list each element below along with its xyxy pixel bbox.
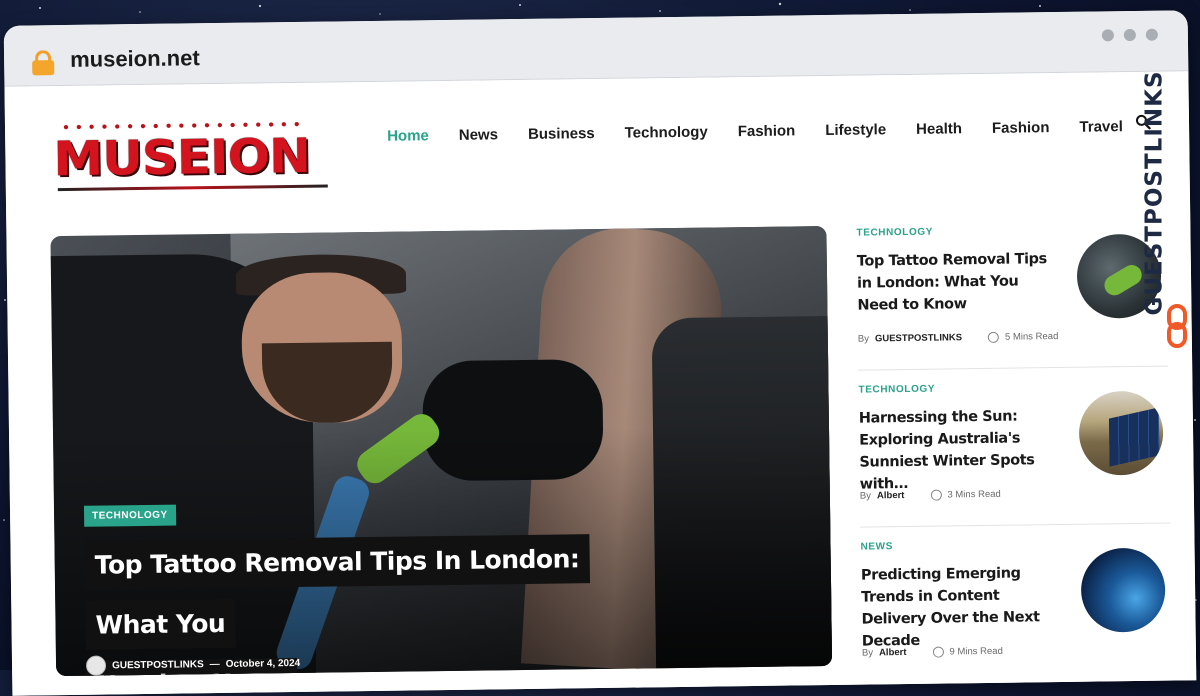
guestpostlinks-watermark: GUESTPOSTLINKS [1142,60,1192,360]
article-thumbnail[interactable] [1078,390,1164,476]
clock-icon [932,646,944,658]
read-time: 3 Mins Read [947,488,1001,501]
read-time: 9 Mins Read [949,645,1003,658]
window-dot-icon[interactable] [1145,28,1158,41]
by-label: By [861,647,874,659]
meta-separator: — [209,658,220,670]
website-content: ● ● ● ● ● ● ● ● ● ● ● ● ● ● ● ● ● ● ● MU… [4,71,1197,696]
article-author[interactable]: Albert [879,647,907,658]
window-dot-icon[interactable] [1101,29,1114,42]
window-dot-icon[interactable] [1123,28,1136,42]
article-meta: By Albert 3 Mins Read [860,489,1001,502]
by-label: By [859,490,872,502]
hero-meta: GUESTPOSTLINKS — October 4, 2024 [85,653,301,676]
read-time: 5 Mins Read [1004,330,1059,343]
list-item[interactable]: NEWS Predicting Emerging Trends in Conte… [860,538,1172,684]
article-meta: By GUESTPOSTLINKS 5 Mins Read [858,331,1059,345]
author-avatar[interactable] [85,655,107,676]
article-meta: By Albert 9 Mins Read [862,646,1003,659]
hero-author[interactable]: GUESTPOSTLINKS [112,659,204,671]
nav-item-home[interactable]: Home [387,127,429,145]
list-item[interactable]: TECHNOLOGY Harnessing the Sun: Exploring… [858,380,1171,528]
hero-date: October 4, 2024 [225,657,301,670]
site-logo[interactable]: ● ● ● ● ● ● ● ● ● ● ● ● ● ● ● ● ● ● ● MU… [53,118,336,192]
nav-item-health[interactable]: Health [916,120,962,138]
sidebar-article-list: TECHNOLOGY Top Tattoo Removal Tips in Lo… [856,222,1172,696]
article-title[interactable]: Harnessing the Sun: Exploring Australia'… [859,405,1060,496]
watermark-text: GUESTPOSTLINKS [1141,70,1168,316]
article-title[interactable]: Top Tattoo Removal Tips in London: What … [857,248,1058,317]
url-text[interactable]: museion.net [70,45,200,73]
list-item[interactable]: TECHNOLOGY Top Tattoo Removal Tips in Lo… [856,223,1169,371]
featured-article[interactable]: TECHNOLOGY Top Tattoo Removal Tips In Lo… [50,226,833,677]
nav-item-news[interactable]: News [459,126,498,144]
link-icon [1167,304,1187,348]
by-label: By [857,333,870,345]
article-title[interactable]: Predicting Emerging Trends in Content De… [861,562,1062,653]
article-author[interactable]: GUESTPOSTLINKS [875,332,962,344]
logo-text: MUSEION [53,128,311,187]
nav-item-travel[interactable]: Travel [1079,118,1123,136]
main-nav: Home News Business Technology Fashion Li… [387,118,1153,145]
clock-icon [930,489,942,501]
lock-icon [32,50,55,76]
nav-item-fashion[interactable]: Fashion [738,122,796,140]
article-author[interactable]: Albert [877,490,905,501]
nav-item-technology[interactable]: Technology [625,124,708,142]
window-controls [1101,28,1158,42]
nav-item-lifestyle[interactable]: Lifestyle [825,121,886,139]
browser-window: museion.net ● ● ● ● ● ● ● ● ● ● ● ● ● ● … [3,10,1197,696]
hero-category-badge[interactable]: TECHNOLOGY [83,504,176,527]
nav-item-fashion-2[interactable]: Fashion [992,119,1050,137]
nav-item-business[interactable]: Business [528,125,595,143]
clock-icon [987,331,1000,343]
hero-title-line-1: Top Tattoo Removal Tips In London: What … [84,534,590,650]
article-thumbnail[interactable] [1080,547,1166,633]
